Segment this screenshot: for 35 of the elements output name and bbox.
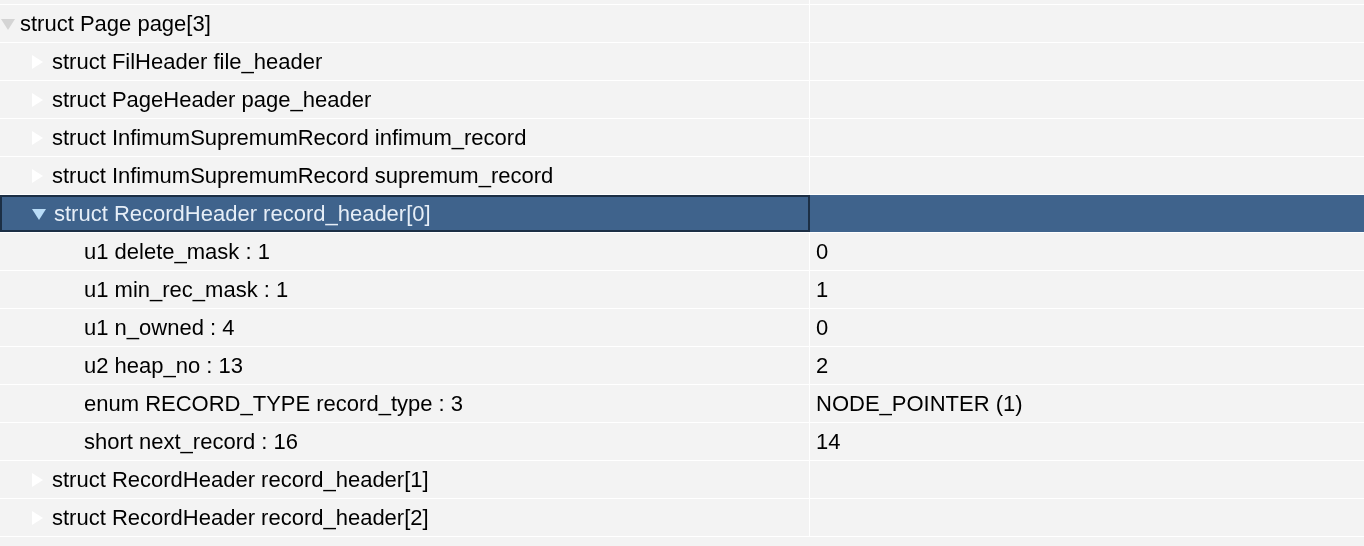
field-label: struct RecordHeader record_header[2] [52,504,429,532]
tree-row[interactable]: struct RecordHeader record_header[1] [0,461,1364,499]
field-label: short next_record : 16 [84,428,298,456]
field-value: NODE_POINTER (1) [816,390,1023,418]
tree-row[interactable]: enum RECORD_TYPE record_type : 3 NODE_POINTER (1) [0,385,1364,423]
field-label: enum RECORD_TYPE record_type : 3 [84,390,464,418]
tree-row[interactable]: short next_record : 16 14 [0,423,1364,461]
field-label: struct RecordHeader record_header[1] [52,466,429,494]
tree-row[interactable]: struct RecordHeader record_header[0] [0,195,1364,233]
tree-row[interactable]: struct InfimumSupremumRecord infimum_record [0,119,1364,157]
field-label: struct FilHeader file_header [52,48,323,76]
tree-row[interactable]: u1 n_owned : 4 0 [0,309,1364,347]
field-value: 0 [816,238,829,266]
field-label: struct Page page[3] [20,10,211,38]
field-value: 2 [816,352,829,380]
field-label: struct RecordHeader record_header[0] [54,200,431,228]
field-label: struct InfimumSupremumRecord infimum_record [52,124,527,152]
tree-row[interactable]: struct FilHeader file_header [0,43,1364,81]
field-value: 14 [816,428,841,456]
field-value: 0 [816,314,829,342]
disclosure-triangle-icon[interactable] [32,206,46,221]
field-label: u1 min_rec_mask : 1 [84,276,289,304]
tree-row[interactable]: struct Page page[3] [0,5,1364,43]
field-value: 1 [816,276,829,304]
field-label: u2 heap_no : 13 [84,352,244,380]
tree-row[interactable]: struct PageHeader page_header [0,81,1364,119]
tree-row[interactable]: struct InfimumSupremumRecord supremum_record [0,157,1364,195]
field-label: struct InfimumSupremumRecord supremum_record [52,162,554,190]
field-label: u1 n_owned : 4 [84,314,235,342]
tree-row[interactable]: u1 min_rec_mask : 1 1 [0,271,1364,309]
field-label: struct PageHeader page_header [52,86,372,114]
field-label: u1 delete_mask : 1 [84,238,270,266]
tree-row[interactable]: u1 delete_mask : 1 0 [0,233,1364,271]
tree-row[interactable]: u2 heap_no : 13 2 [0,347,1364,385]
tree-row[interactable]: struct RecordHeader record_header[2] [0,499,1364,537]
